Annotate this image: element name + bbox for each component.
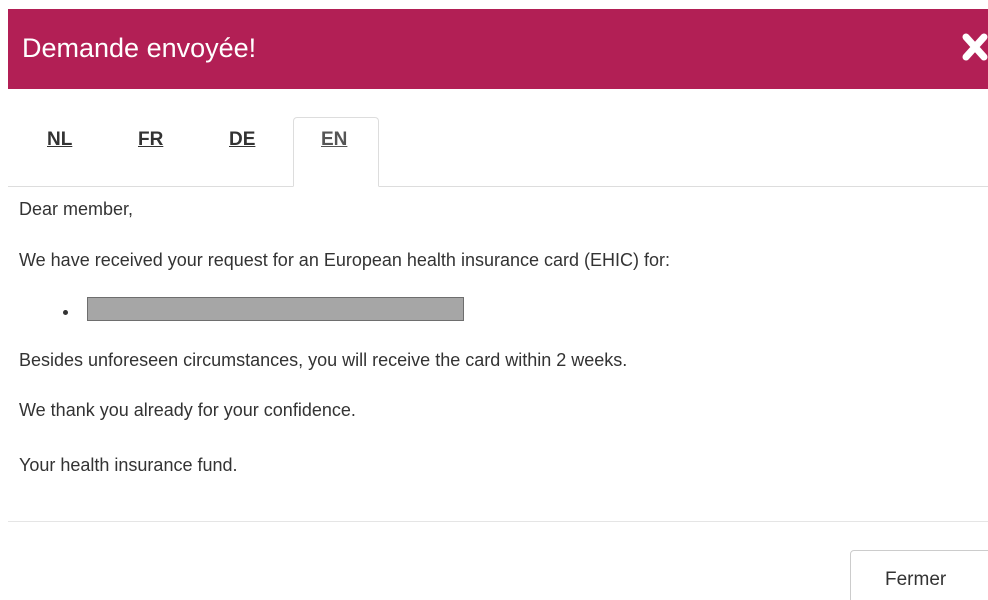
redacted-member-name	[87, 297, 464, 321]
tab-de[interactable]: DE	[229, 128, 255, 152]
list-bullet	[63, 310, 68, 315]
close-button[interactable]: Fermer	[850, 550, 988, 600]
close-button-label: Fermer	[885, 569, 947, 590]
message-received: We have received your request for an Eur…	[19, 250, 671, 270]
tab-en[interactable]: EN	[321, 128, 347, 152]
message-signature: Your health insurance fund.	[19, 455, 238, 475]
message-delivery: Besides unforeseen circumstances, you wi…	[19, 350, 628, 370]
dialog-header: Demande envoyée!	[8, 9, 988, 89]
tabs-divider	[8, 186, 988, 187]
tab-fr[interactable]: FR	[138, 128, 163, 152]
message-thanks: We thank you already for your confidence…	[19, 400, 356, 420]
modal-dialog: Demande envoyée! NL FR DE EN Dear member…	[0, 0, 988, 600]
tab-nl[interactable]: NL	[47, 128, 72, 152]
dialog-title: Demande envoyée!	[22, 33, 257, 63]
message-greeting: Dear member,	[19, 199, 134, 219]
footer-divider	[8, 521, 988, 522]
close-x-icon[interactable]	[962, 29, 988, 65]
